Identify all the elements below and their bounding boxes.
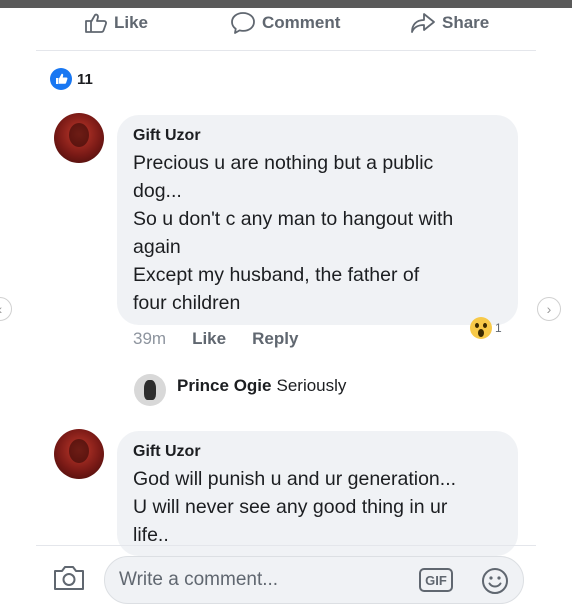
share-label: Share [442, 13, 490, 32]
reaction-count: 11 [77, 70, 93, 88]
reply-author[interactable]: Prince Ogie [177, 376, 271, 396]
comment-input[interactable] [119, 557, 399, 603]
camera-icon[interactable] [52, 564, 86, 597]
comment-reply-link[interactable]: Reply [252, 329, 298, 349]
comment-line: God will punish u and ur generation... [133, 468, 457, 490]
comment-meta: 39m Like Reply [133, 329, 324, 349]
comment-reaction-count: 1 [495, 321, 502, 335]
thumbs-up-icon [84, 12, 108, 34]
post-actions-bar: Like Comment Share [0, 8, 572, 38]
comment-button[interactable]: Comment [230, 8, 340, 38]
avatar[interactable] [54, 113, 104, 163]
comment-line: four children [133, 292, 241, 314]
reply-preview[interactable]: Prince Ogie Seriously [133, 376, 346, 396]
comment-line: So u don't c any man to hangout with [133, 208, 454, 230]
comment-label: Comment [262, 13, 341, 32]
actions-divider [36, 50, 536, 51]
comment-time[interactable]: 39m [133, 329, 166, 349]
comment-composer[interactable]: GIF [104, 556, 524, 604]
comment-text: Precious u are nothing but a public dog.… [133, 149, 502, 317]
speech-bubble-icon [230, 11, 256, 35]
previous-arrow-icon[interactable]: ‹ [0, 297, 12, 321]
comment-line: Precious u are nothing but a public [133, 152, 434, 174]
comment-text: God will punish u and ur generation... U… [133, 465, 502, 549]
comment-line: U will never see any good thing in ur [133, 496, 448, 518]
next-arrow-icon[interactable]: › [537, 297, 561, 321]
comment-line: dog... [133, 180, 182, 202]
comment-author[interactable]: Gift Uzor [133, 127, 502, 145]
like-reaction-icon [50, 68, 72, 90]
top-bar [0, 0, 572, 8]
comment-author[interactable]: Gift Uzor [133, 443, 502, 461]
share-button[interactable]: Share [410, 8, 489, 38]
like-button[interactable]: Like [84, 8, 148, 38]
reply-text: Seriously [276, 376, 347, 395]
avatar[interactable] [54, 429, 104, 479]
comment-bubble: Gift Uzor Precious u are nothing but a p… [117, 115, 518, 325]
comment-line: Except my husband, the father of [133, 264, 420, 286]
smiley-icon[interactable] [481, 567, 509, 600]
wow-reaction-icon [470, 317, 492, 339]
comment-reaction[interactable]: 1 [470, 317, 502, 339]
share-arrow-icon [410, 12, 436, 34]
composer-divider [36, 545, 536, 546]
comment-bubble: Gift Uzor God will punish u and ur gener… [117, 431, 518, 556]
reaction-summary[interactable]: 11 [50, 68, 93, 90]
like-label: Like [114, 13, 149, 32]
comment-line: again [133, 236, 181, 258]
comment-like-link[interactable]: Like [192, 329, 226, 349]
gif-button[interactable]: GIF [419, 568, 453, 592]
